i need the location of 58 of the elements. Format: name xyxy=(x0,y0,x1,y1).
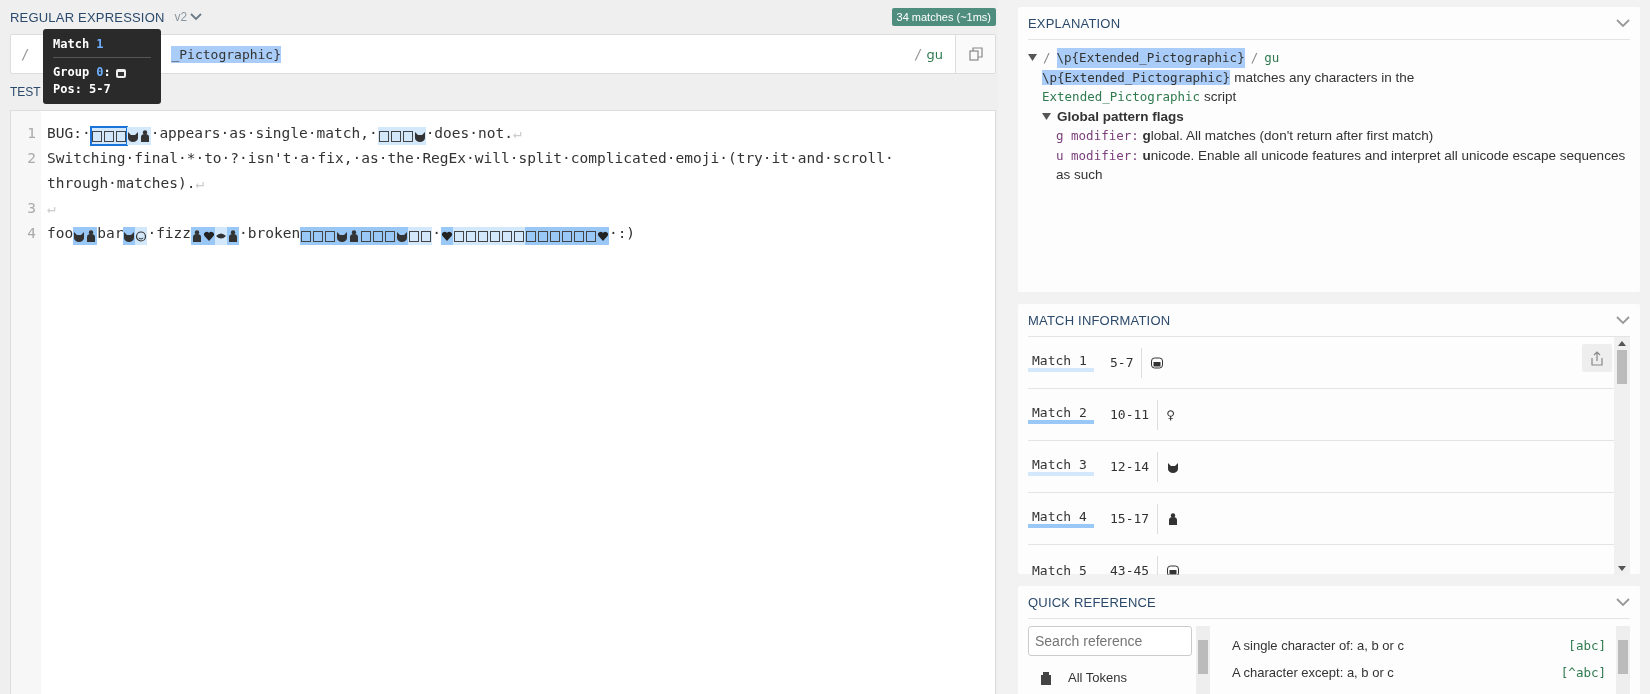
line-number: 1 xyxy=(26,124,37,143)
line-break-mark: ↵ xyxy=(47,199,56,218)
regex-token: \p{Extended_Pictographic} xyxy=(1056,48,1245,68)
match-label[interactable]: Match 4 xyxy=(1028,509,1094,524)
reference-description: A character except: a, b or c xyxy=(1232,665,1394,680)
token-description: matches any characters in the xyxy=(1234,69,1415,85)
regex-flags[interactable]: gu xyxy=(926,46,943,62)
match-range: 43-45 xyxy=(1094,555,1159,575)
test-text: Switching·final·*·to·?·isn't·a·fix,·as·the·RegEx·will·split·complicated·emoji·(try·it·and·scroll· xyxy=(47,149,894,168)
line-break-mark: ↵ xyxy=(512,124,522,143)
test-text: through·matches). xyxy=(47,174,196,193)
flag-description: g modifier: global. All matches (don't return after first match) xyxy=(1056,127,1435,145)
delimiter: / xyxy=(1250,49,1259,67)
reference-description: A single character of: a, b or c xyxy=(1232,638,1404,653)
regex-pattern: _Pictographic} xyxy=(171,45,281,63)
test-text: foo xyxy=(47,224,74,243)
test-text: ·broken xyxy=(239,224,301,243)
match-range: 12-14 xyxy=(1094,451,1159,482)
token-description: script xyxy=(1204,89,1237,104)
panel-title: MATCH INFORMATION xyxy=(1028,312,1171,328)
test-text: bar xyxy=(97,224,124,243)
regex-token: \p{Extended_Pictographic} xyxy=(1042,69,1231,85)
tooltip-position: Pos: 5-7 xyxy=(53,81,111,98)
test-text: ·fizz xyxy=(147,224,192,243)
panel-title: EXPLANATION xyxy=(1028,15,1121,31)
match-count-badge: 34 matches (~1ms) xyxy=(891,8,996,26)
match-label[interactable]: Match 2 xyxy=(1028,405,1094,420)
line-number: 4 xyxy=(26,224,37,243)
match-range: 10-11 xyxy=(1094,399,1159,430)
test-text: ·appears·as·single·match,· xyxy=(150,124,378,143)
search-field[interactable]: Search reference xyxy=(1028,626,1192,656)
delimiter: / xyxy=(21,46,30,62)
category-item[interactable]: All Tokens xyxy=(1068,670,1127,685)
test-text: · xyxy=(432,224,441,243)
tooltip-title: Match 1 xyxy=(53,37,104,51)
test-text: ·:) xyxy=(608,224,636,243)
flags-heading: Global pattern flags xyxy=(1057,107,1184,126)
reference-token: [^abc] xyxy=(1560,665,1606,680)
line-number: 2 xyxy=(26,149,37,168)
match-label[interactable]: Match 1 xyxy=(1028,353,1094,368)
match-value: ♀ xyxy=(1166,407,1175,422)
panel-title: QUICK REFERENCE xyxy=(1028,594,1156,610)
test-text: ·does·not. xyxy=(425,124,513,143)
match-label[interactable]: Match 3 xyxy=(1028,457,1094,472)
section-title: TEST xyxy=(10,85,41,99)
regex-flags: gu xyxy=(1264,49,1280,67)
delimiter: / xyxy=(914,46,923,62)
match-range: 5-7 xyxy=(1094,347,1143,378)
section-title: REGULAR EXPRESSION xyxy=(10,9,165,25)
reference-token: [abc] xyxy=(1568,638,1606,653)
line-number: 3 xyxy=(26,199,37,218)
test-text: BUG:· xyxy=(47,124,91,143)
match-range: 15-17 xyxy=(1094,503,1159,534)
flag-description: u modifier: unicode. Enable all unicode features and interpret all unicode escape sequences as such xyxy=(1056,146,1627,184)
script-name: Extended_Pictographic xyxy=(1042,89,1201,104)
delimiter: / xyxy=(1043,49,1051,67)
line-break-mark: ↵ xyxy=(195,174,205,193)
match-label[interactable]: Match 5 xyxy=(1028,563,1094,575)
